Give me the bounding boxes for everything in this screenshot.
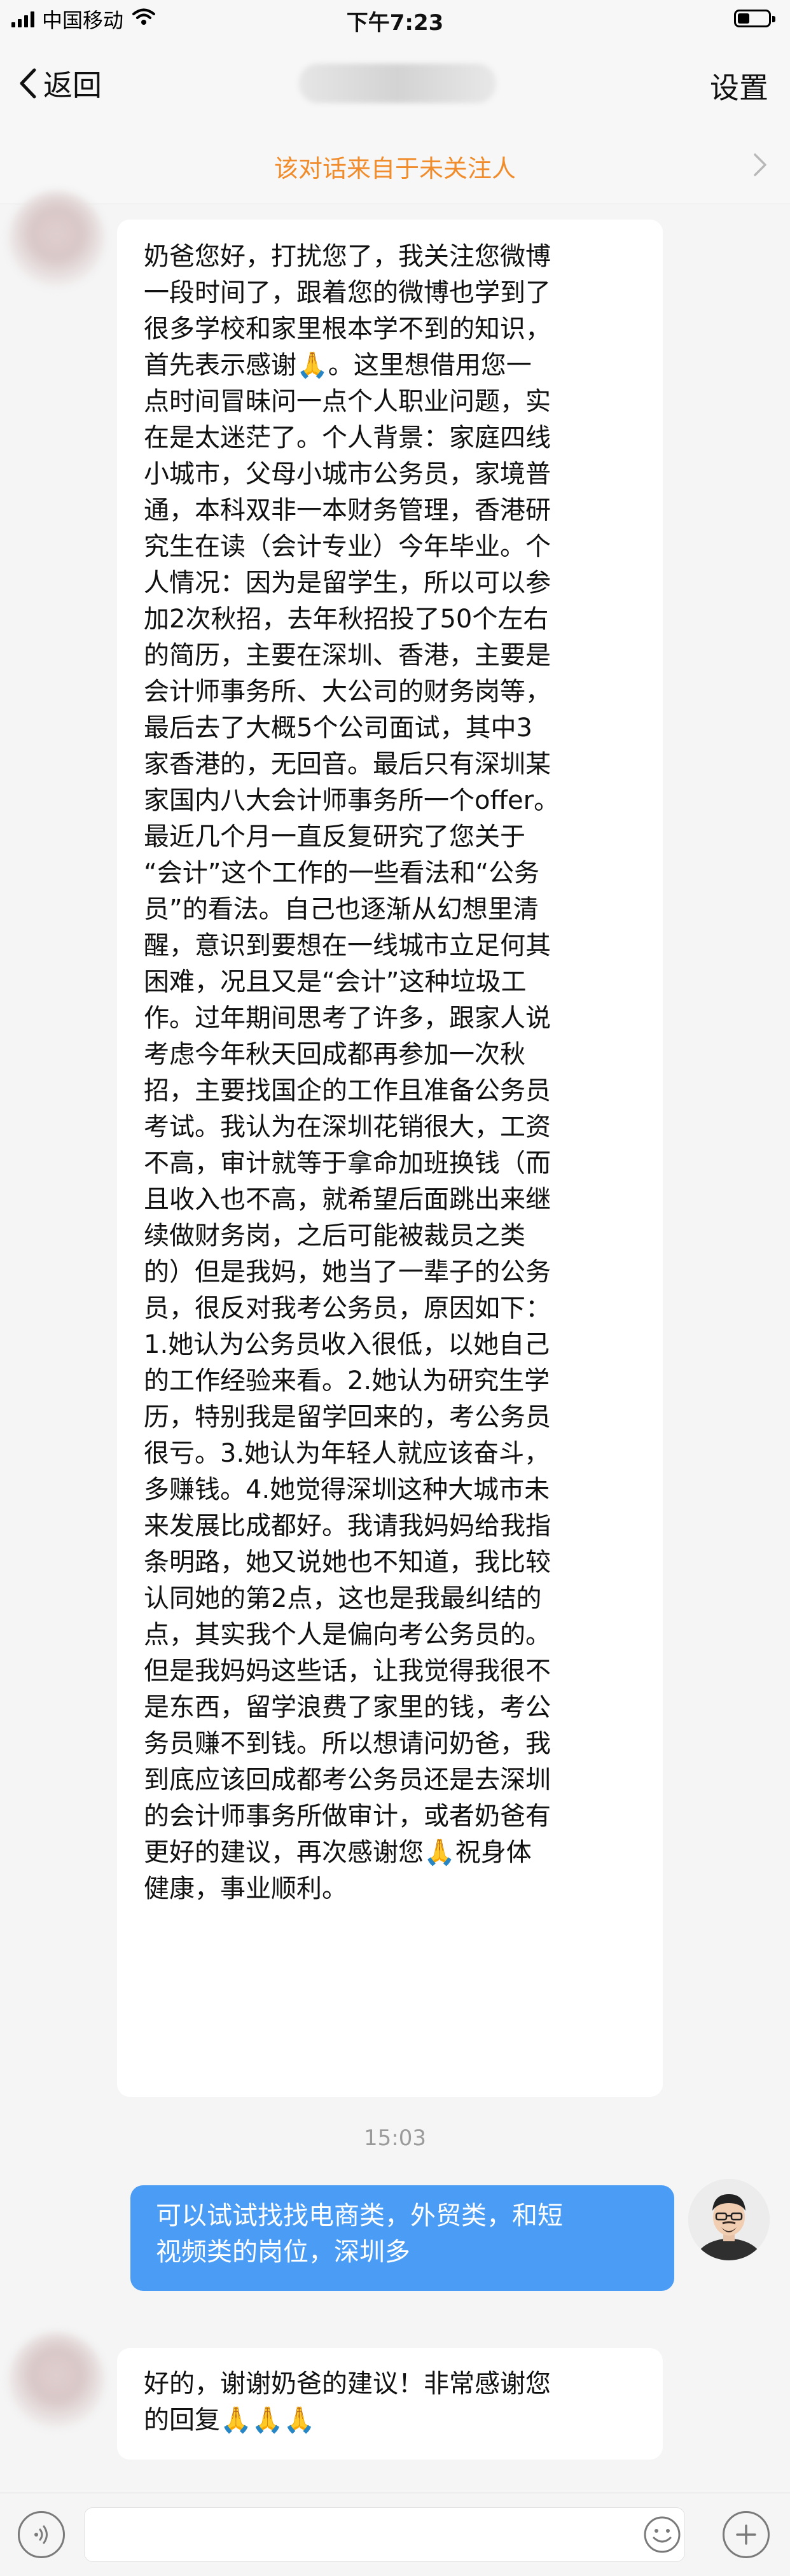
- message-line: 考试。我认为在深圳花销很大，工资: [144, 1112, 551, 1142]
- chevron-right-icon: [754, 153, 766, 176]
- message-line: 的）但是我妈，她当了一辈子的公务: [144, 1257, 551, 1287]
- sender-avatar[interactable]: [9, 191, 104, 286]
- message-line: 究生在读（会计专业）今年毕业。个: [144, 532, 551, 561]
- message-input[interactable]: [84, 2507, 685, 2562]
- message-line: 点时间冒昧问一点个人职业问题，实: [144, 387, 551, 416]
- my-avatar[interactable]: [688, 2179, 770, 2260]
- message-bubble-outgoing[interactable]: 可以试试找找电商类，外贸类，和短 视频类的岗位，深圳多: [130, 2185, 674, 2291]
- message-line: 的工作经验来看。2.她认为研究生学: [144, 1366, 550, 1396]
- message-line: 奶爸您好，打扰您了，我关注您微博: [144, 242, 551, 271]
- message-line: 醒，意识到要想在一线城市立足何其: [144, 931, 551, 960]
- back-label: 返回: [43, 68, 102, 102]
- message-line: 一段时间了，跟着您的微博也学到了: [144, 278, 551, 307]
- voice-button[interactable]: [18, 2511, 65, 2558]
- settings-button[interactable]: 设置: [710, 65, 768, 107]
- message-bubble-incoming[interactable]: 奶爸您好，打扰您了，我关注您微博 一段时间了，跟着您的微博也学到了 很多学校和家里根…: [117, 220, 663, 2097]
- message-line: 历，特别我是留学回来的，考公务员: [144, 1403, 551, 1432]
- message-line: 作。过年期间思考了许多，跟家人说: [144, 1004, 551, 1033]
- message-line: 很多学校和家里根本学不到的知识，: [144, 314, 551, 344]
- message-line: 家香港的，无回音。最后只有深圳某: [144, 750, 551, 779]
- message-line: 可以试试找找电商类，外贸类，和短: [156, 2201, 563, 2230]
- message-line: 家国内八大会计师事务所一个offer。: [144, 786, 560, 815]
- message-line: 务员赚不到钱。所以想请问奶爸，我: [144, 1729, 551, 1758]
- nav-bar: 返回 设置: [0, 38, 790, 128]
- message-line: 健康，事业顺利。: [144, 1874, 347, 1903]
- message-line: 多赚钱。4.她觉得深圳这种大城市未: [144, 1475, 550, 1504]
- status-bar: 中国移动 下午7:23: [0, 0, 790, 38]
- message-line: 的回复🙏🙏🙏: [144, 2405, 315, 2435]
- message-line: 人情况：因为是留学生，所以可以参: [144, 568, 551, 598]
- message-line: 在是太迷茫了。个人背景：家庭四线: [144, 423, 551, 452]
- message-line: 的会计师事务所做审计，或者奶爸有: [144, 1802, 551, 1831]
- message-line: 首先表示感谢🙏。这里想借用您一: [144, 351, 532, 380]
- back-chevron-icon: [20, 68, 36, 99]
- message-line: 点，其实我个人是偏向考公务员的。: [144, 1620, 551, 1649]
- message-line: 1.她认为公务员收入很低，以她自己: [144, 1330, 550, 1359]
- message-line: 员，很反对我考公务员，原因如下：: [144, 1294, 551, 1323]
- message-text: 可以试试找找电商类，外贸类，和短 视频类的岗位，深圳多: [156, 2198, 649, 2271]
- message-line: 会计师事务所、大公司的财务岗等，: [144, 677, 551, 706]
- message-line: 是东西，留学浪费了家里的钱，考公: [144, 1693, 551, 1722]
- stranger-notice-banner[interactable]: 该对话来自于未关注人: [0, 127, 790, 204]
- voice-icon: [34, 2525, 48, 2544]
- message-line: 加2次秋招，去年秋招投了50个左右: [144, 605, 549, 634]
- battery-icon: [734, 10, 775, 27]
- message-line: 不高，审计就等于拿命加班换钱（而: [144, 1149, 551, 1178]
- notice-text: 该对话来自于未关注人: [274, 155, 516, 183]
- contact-name-blurred: [299, 64, 496, 103]
- message-line: 困难，况且又是“会计”这种垃圾工: [144, 967, 527, 997]
- message-line: 但是我妈妈这些话，让我觉得我很不: [144, 1656, 551, 1686]
- status-time: 下午7:23: [346, 10, 444, 36]
- message-line: 很亏。3.她认为年轻人就应该奋斗，: [144, 1439, 550, 1468]
- message-timestamp: 15:03: [364, 2125, 426, 2151]
- message-text: 奶爸您好，打扰您了，我关注您微博 一段时间了，跟着您的微博也学到了 很多学校和家里根…: [144, 239, 636, 1907]
- message-line: 好的，谢谢奶爸的建议！非常感谢您: [144, 2369, 551, 2398]
- message-line: 考虑今年秋天回成都再参加一次秋: [144, 1040, 525, 1069]
- message-line: 通，本科双非一本财务管理，香港研: [144, 496, 551, 525]
- sender-avatar[interactable]: [9, 2332, 104, 2428]
- message-text: 好的，谢谢奶爸的建议！非常感谢您 的回复🙏🙏🙏: [144, 2366, 636, 2439]
- message-line: 更好的建议，再次感谢您🙏祝身体: [144, 1838, 532, 1867]
- back-button[interactable]: 返回: [18, 62, 102, 104]
- message-line: 员”的看法。自己也逐渐从幻想里清: [144, 895, 539, 924]
- message-line: 最近几个月一直反复研究了您关于: [144, 822, 525, 851]
- message-line: 招，主要找国企的工作且准备公务员: [144, 1076, 551, 1105]
- message-bubble-incoming[interactable]: 好的，谢谢奶爸的建议！非常感谢您 的回复🙏🙏🙏: [117, 2348, 663, 2460]
- emoji-icon[interactable]: [642, 2515, 682, 2554]
- message-line: 小城市，父母小城市公务员，家境普: [144, 459, 551, 489]
- message-line: 视频类的岗位，深圳多: [156, 2237, 410, 2267]
- message-line: 且收入也不高，就希望后面跳出来继: [144, 1185, 551, 1214]
- message-line: 认同她的第2点，这也是我最纠结的: [144, 1584, 542, 1613]
- message-line: 最后去了大概5个公司面试，其中3: [144, 713, 532, 743]
- message-line: “会计”这个工作的一些看法和“公务: [144, 858, 540, 888]
- plus-button[interactable]: [723, 2511, 770, 2558]
- plus-icon: [736, 2524, 756, 2545]
- message-line: 的简历，主要在深圳、香港，主要是: [144, 641, 551, 670]
- message-line: 续做财务岗，之后可能被裁员之类: [144, 1221, 525, 1250]
- message-line: 来发展比成都好。我请我妈妈给我指: [144, 1511, 551, 1541]
- message-line: 到底应该回成都考公务员还是去深圳: [144, 1765, 551, 1795]
- chat-input-bar: [0, 2493, 790, 2576]
- message-line: 条明路，她又说她也不知道，我比较: [144, 1548, 551, 1577]
